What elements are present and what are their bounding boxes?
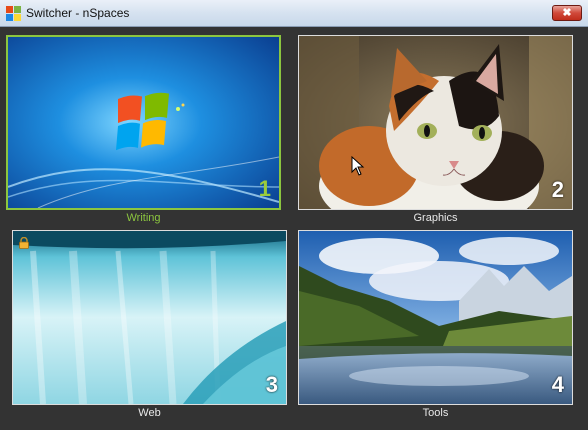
mouse-cursor-icon bbox=[351, 156, 365, 176]
lock-icon bbox=[19, 237, 29, 249]
space-thumbnail[interactable]: 1 bbox=[6, 35, 281, 210]
title-bar[interactable]: Switcher - nSpaces ✖ bbox=[0, 0, 588, 27]
app-icon bbox=[6, 6, 21, 21]
window-title: Switcher - nSpaces bbox=[26, 6, 130, 20]
space-number: 4 bbox=[551, 372, 564, 397]
space-thumbnail[interactable]: 4 bbox=[298, 230, 573, 405]
space-number: 2 bbox=[551, 177, 564, 202]
space-label: Web bbox=[138, 407, 161, 419]
space-number: 3 bbox=[265, 372, 278, 397]
space-thumbnail[interactable]: 3 bbox=[12, 230, 287, 405]
space-label: Graphics bbox=[413, 212, 458, 224]
spaces-grid: 1 Writing 2 Graphics 3 Web 4 Tools bbox=[6, 28, 581, 424]
space-number: 1 bbox=[258, 176, 271, 201]
close-icon: ✖ bbox=[562, 7, 572, 19]
switcher-window: Switcher - nSpaces ✖ 1 Writing 2 Graphic… bbox=[0, 0, 588, 430]
space-thumbnail[interactable]: 2 bbox=[298, 35, 573, 210]
close-button[interactable]: ✖ bbox=[552, 5, 582, 21]
space-label: Tools bbox=[422, 407, 449, 419]
space-label: Writing bbox=[126, 212, 161, 224]
